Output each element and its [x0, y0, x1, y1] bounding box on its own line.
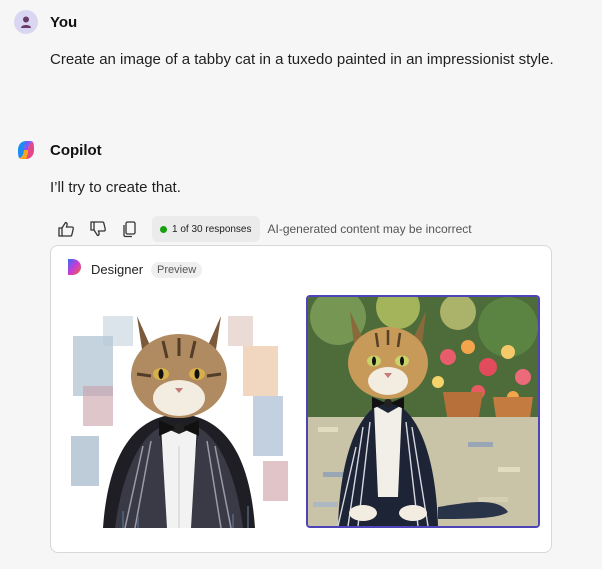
designer-logo-icon [65, 258, 83, 281]
generated-image-1[interactable] [63, 296, 295, 528]
copilot-name: Copilot [50, 141, 102, 159]
status-dot [160, 225, 167, 233]
thumbs-down-icon[interactable] [86, 217, 110, 241]
copilot-author: Copilot [14, 138, 102, 162]
copilot-logo-icon [14, 138, 38, 162]
user-name: You [50, 13, 78, 31]
designer-card: Designer Preview [50, 245, 552, 553]
copilot-message: I’ll try to create that. [50, 179, 181, 196]
designer-title: Designer [91, 262, 144, 277]
responses-counter[interactable]: 1 of 30 responses [152, 216, 260, 242]
generated-image-2[interactable] [306, 295, 540, 528]
thumbs-up-icon[interactable] [54, 217, 78, 241]
user-message: Create an image of a tabby cat in a tuxe… [50, 51, 554, 68]
user-author: You [14, 10, 77, 34]
user-avatar-icon [14, 10, 38, 34]
responses-label: 1 of 30 responses [172, 223, 252, 235]
copy-icon[interactable] [118, 217, 142, 241]
message-actions: 1 of 30 responses AI-generated content m… [54, 215, 472, 243]
chat-page: You Create an image of a tabby cat in a … [0, 0, 602, 569]
designer-header: Designer Preview [65, 258, 203, 281]
preview-badge: Preview [151, 261, 203, 278]
ai-disclaimer: AI-generated content may be incorrect [267, 222, 472, 236]
